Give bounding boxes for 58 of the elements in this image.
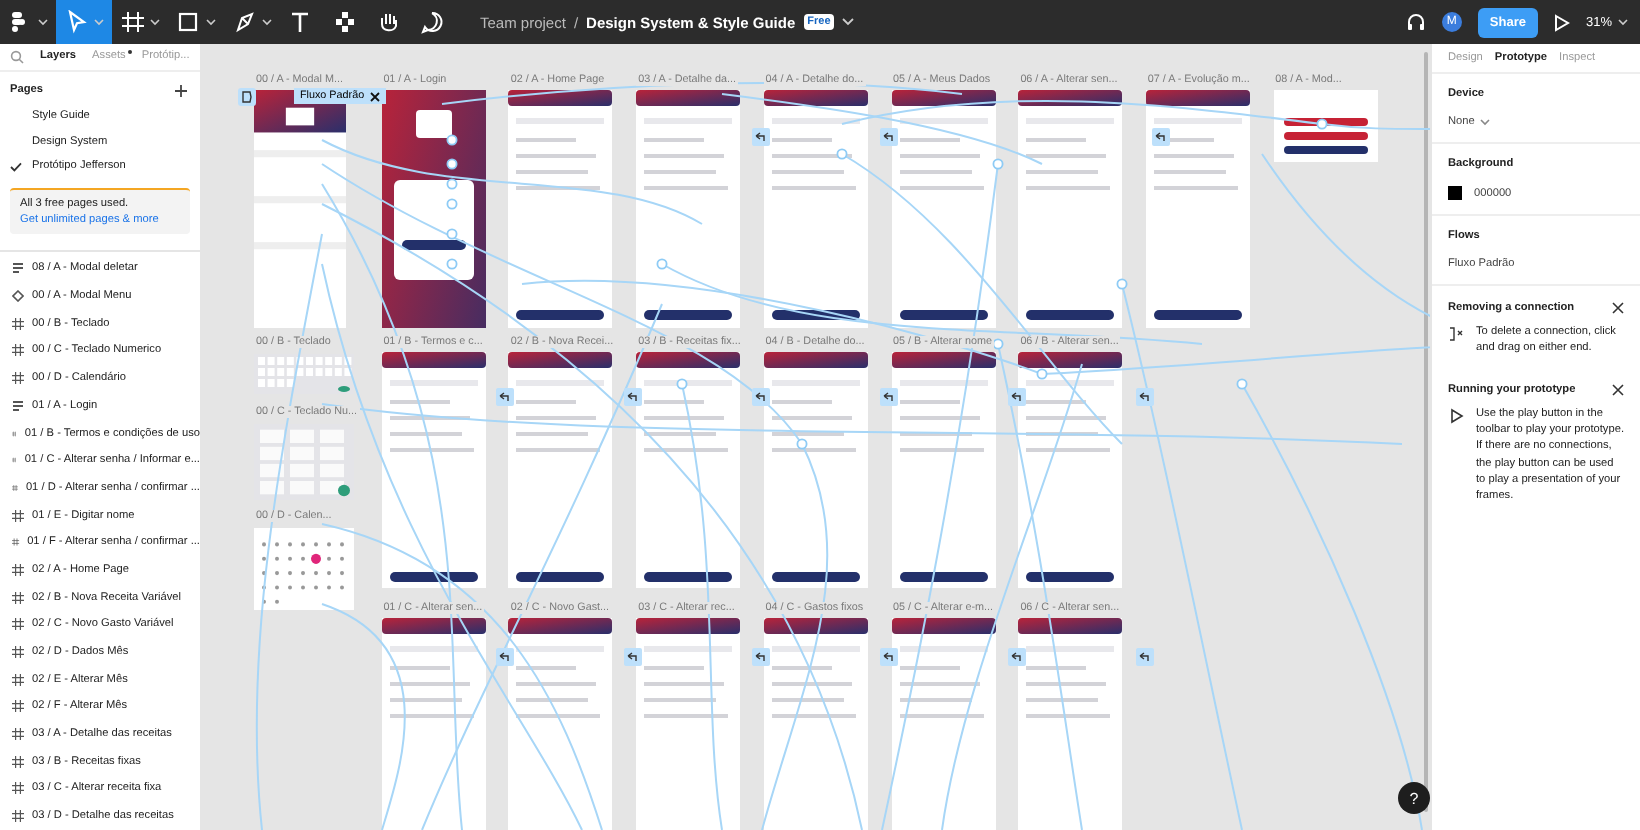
back-arrow-icon[interactable] — [752, 128, 770, 146]
modal-screen-drawing[interactable] — [1273, 90, 1378, 162]
back-arrow-icon[interactable] — [624, 388, 642, 406]
app-screen-drawing[interactable] — [636, 352, 741, 588]
flow-start-icon[interactable] — [238, 88, 256, 106]
back-arrow-icon[interactable] — [752, 388, 770, 406]
caret-icon — [206, 18, 216, 26]
app-screen-drawing[interactable] — [1018, 352, 1123, 588]
components-icon — [332, 10, 360, 34]
connection-icon — [1448, 326, 1468, 342]
calendar-drawing[interactable] — [254, 528, 354, 610]
pointer-icon — [64, 10, 92, 34]
app-screen-drawing[interactable] — [1145, 90, 1250, 328]
app-screen-drawing[interactable] — [763, 90, 868, 328]
add-icon[interactable] — [174, 83, 188, 98]
color-swatch[interactable] — [1448, 186, 1462, 200]
back-arrow-icon[interactable] — [880, 128, 898, 146]
stack-icon — [12, 262, 24, 275]
close-icon[interactable] — [370, 91, 381, 101]
back-arrow-icon[interactable] — [1136, 648, 1154, 666]
app-screen-drawing[interactable] — [891, 90, 995, 328]
scrollbar[interactable] — [1424, 52, 1428, 812]
app-screen-drawing[interactable] — [1018, 90, 1123, 328]
caret-icon — [38, 18, 48, 26]
component-icon — [12, 290, 24, 303]
stack-icon — [12, 399, 24, 412]
app-screen-drawing[interactable] — [508, 352, 613, 588]
comment-icon — [420, 10, 448, 34]
play-icon[interactable] — [1553, 13, 1570, 31]
close-icon[interactable] — [1612, 384, 1624, 397]
play-icon — [1448, 408, 1468, 425]
close-icon[interactable] — [1612, 302, 1624, 314]
headphones-icon[interactable] — [1405, 12, 1426, 32]
caret-icon — [262, 18, 272, 26]
app-screen-drawing[interactable] — [891, 352, 995, 588]
caret-icon — [94, 18, 104, 26]
app-screen-drawing[interactable] — [381, 352, 486, 588]
caret-icon[interactable] — [842, 18, 855, 26]
caret-icon[interactable] — [1618, 18, 1628, 26]
search-icon[interactable] — [10, 49, 24, 64]
help-button[interactable]: ? — [1398, 782, 1430, 814]
login-screen-drawing[interactable] — [381, 90, 486, 328]
back-arrow-icon[interactable] — [1136, 388, 1154, 406]
back-arrow-icon[interactable] — [1008, 388, 1026, 406]
move-tool-button[interactable] — [56, 0, 112, 44]
app-screen-drawing[interactable] — [636, 90, 741, 328]
back-arrow-icon[interactable] — [880, 388, 898, 406]
caret-icon — [150, 18, 160, 26]
pen-icon — [232, 10, 260, 34]
back-arrow-icon[interactable] — [624, 648, 642, 666]
back-arrow-icon[interactable] — [496, 648, 514, 666]
app-screen-drawing[interactable] — [508, 90, 613, 328]
back-arrow-icon[interactable] — [496, 388, 514, 406]
back-arrow-icon[interactable] — [1008, 648, 1026, 666]
back-arrow-icon[interactable] — [880, 648, 898, 666]
back-arrow-icon[interactable] — [1152, 128, 1170, 146]
back-arrow-icon[interactable] — [752, 648, 770, 666]
app-screen-drawing[interactable] — [763, 352, 868, 588]
